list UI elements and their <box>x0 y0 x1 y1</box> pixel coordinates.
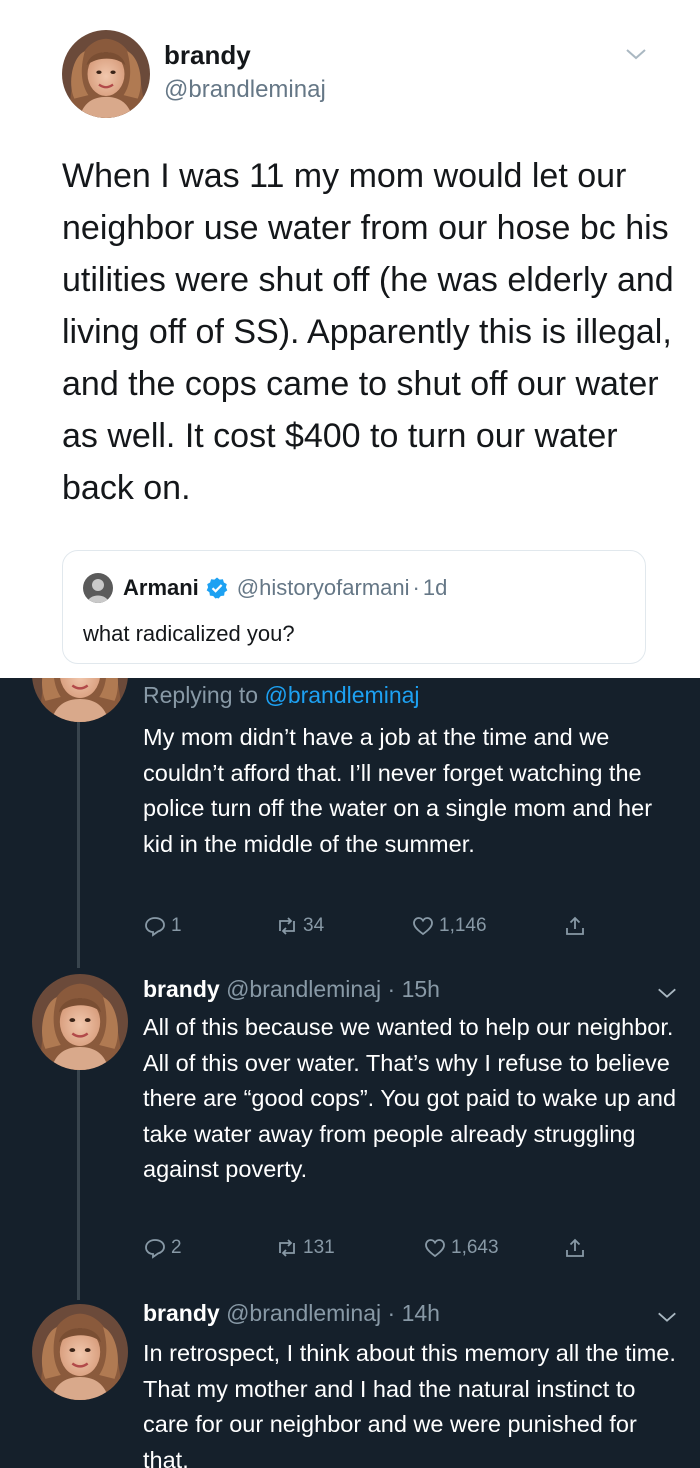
share-button[interactable] <box>563 1236 591 1260</box>
replying-to-label: Replying to <box>143 682 265 708</box>
quoted-author-name: Armani <box>123 575 199 600</box>
tweet-actions: 1 34 1,146 <box>143 914 603 944</box>
retweet-icon <box>275 1236 299 1260</box>
tweet-text: All of this because we wanted to help ou… <box>143 1014 677 1182</box>
author-name[interactable]: brandy <box>143 1300 220 1326</box>
tweet-text: My mom didn’t have a job at the time and… <box>143 724 653 857</box>
like-button[interactable]: 1,146 <box>411 914 487 938</box>
tweet-time: 14h <box>401 1300 440 1326</box>
tweet-header: brandy @brandleminaj · 14h <box>143 1300 440 1327</box>
tweet-text: When I was 11 my mom would let our neigh… <box>62 157 674 507</box>
avatar[interactable] <box>32 1304 128 1400</box>
thread: Replying to @brandleminaj My mom didn’t … <box>0 678 700 1468</box>
retweet-button[interactable]: 131 <box>275 1236 335 1260</box>
replying-to-handle[interactable]: @brandleminaj <box>264 682 419 708</box>
chevron-down-icon[interactable] <box>656 984 678 1002</box>
like-count: 1,146 <box>439 915 487 936</box>
quoted-tweet[interactable]: Armani @historyofarmani · 1d what radica… <box>62 550 646 664</box>
like-count: 1,643 <box>451 1237 499 1258</box>
like-button[interactable]: 1,643 <box>423 1236 499 1260</box>
verified-badge-icon <box>206 577 228 599</box>
retweet-count: 34 <box>303 915 325 936</box>
quoted-text: what radicalized you? <box>83 621 295 646</box>
retweet-count: 131 <box>303 1237 335 1258</box>
reply-count: 2 <box>171 1237 182 1258</box>
like-icon <box>423 1236 447 1260</box>
retweet-button[interactable]: 34 <box>275 914 324 938</box>
quoted-author-handle: @historyofarmani <box>236 575 410 600</box>
retweet-icon <box>275 914 299 938</box>
like-icon <box>411 914 435 938</box>
share-button[interactable] <box>563 914 591 938</box>
tweet-time: 15h <box>401 976 440 1002</box>
author-handle[interactable]: @brandleminaj <box>226 1300 381 1326</box>
tweet-actions: 2 131 1,643 <box>143 1236 603 1266</box>
separator: · <box>387 976 396 1002</box>
chevron-down-icon[interactable] <box>656 1308 678 1326</box>
separator: · <box>412 575 420 600</box>
avatar[interactable] <box>62 30 150 118</box>
author-handle[interactable]: @brandleminaj <box>164 76 326 104</box>
tweet-text: In retrospect, I think about this memory… <box>143 1340 676 1468</box>
reply-icon <box>143 914 167 938</box>
separator: · <box>387 1300 396 1326</box>
reply-icon <box>143 1236 167 1260</box>
reply-count: 1 <box>171 915 182 936</box>
author-name[interactable]: brandy <box>143 976 220 1002</box>
tweet-header: brandy @brandleminaj · 15h <box>143 976 440 1003</box>
author-name[interactable]: brandy <box>164 40 251 71</box>
thread-connector <box>77 722 80 968</box>
main-tweet: brandy @brandleminaj When I was 11 my mo… <box>0 0 700 678</box>
share-icon <box>563 914 587 938</box>
avatar[interactable] <box>32 974 128 1070</box>
avatar <box>83 573 113 603</box>
replying-to: Replying to @brandleminaj <box>143 682 420 709</box>
reply-button[interactable]: 1 <box>143 914 182 938</box>
quoted-time: 1d <box>422 575 448 600</box>
reply-button[interactable]: 2 <box>143 1236 182 1260</box>
thread-connector <box>77 1030 80 1300</box>
avatar[interactable] <box>32 678 128 722</box>
share-icon <box>563 1236 587 1260</box>
chevron-down-icon[interactable] <box>624 44 648 64</box>
author-handle[interactable]: @brandleminaj <box>226 976 381 1002</box>
